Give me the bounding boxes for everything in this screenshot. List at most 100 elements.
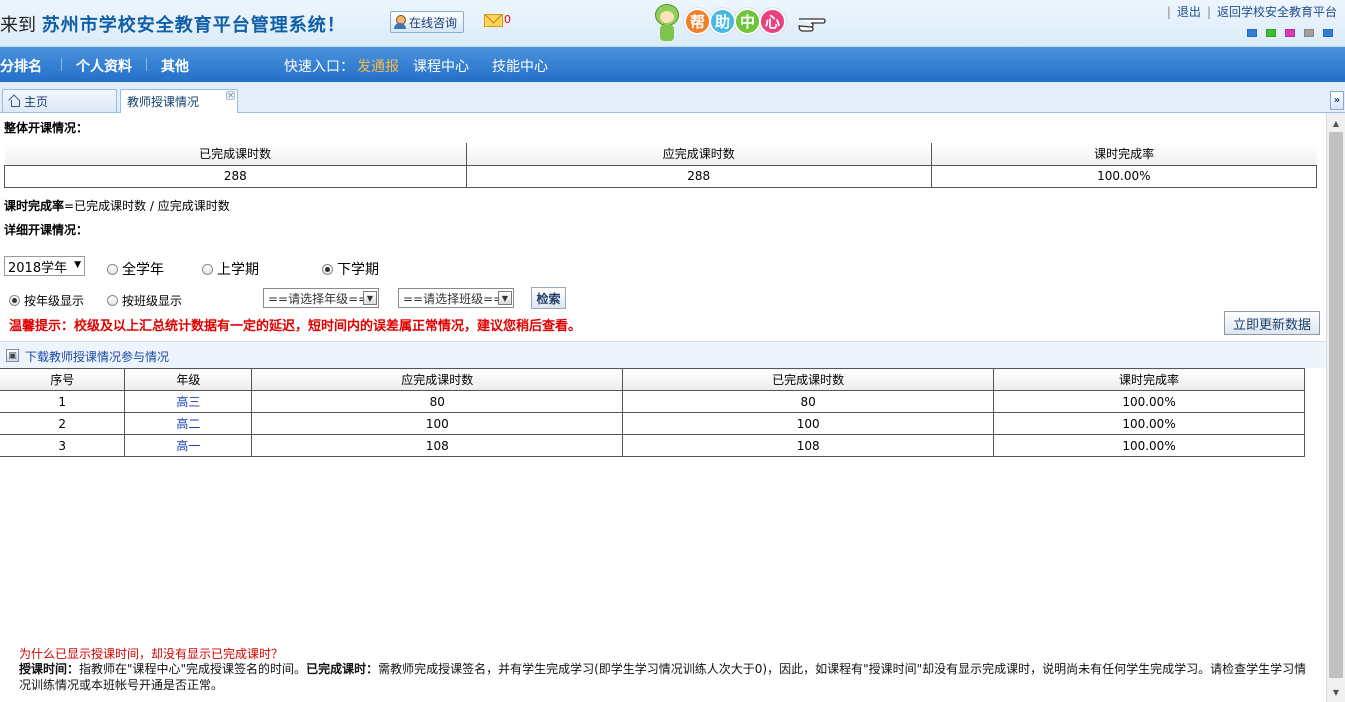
scrollbar-thumb[interactable]	[1329, 132, 1343, 678]
col-header-rate: 课时完成率	[993, 368, 1305, 391]
help-title-char: 助	[709, 8, 736, 35]
detail-table: 序号 年级 应完成课时数 已完成课时数 课时完成率 1 高三 80 80 100…	[0, 368, 1305, 457]
search-button[interactable]: 检索	[531, 287, 566, 309]
grade-link[interactable]: 高三	[124, 390, 253, 413]
cell-rate: 100.00%	[993, 390, 1305, 413]
download-icon[interactable]: ▣	[6, 349, 19, 362]
class-select[interactable]: ==请选择班级== ▼	[398, 288, 514, 308]
system-name: 苏州市学校安全教育平台管理系统！	[41, 15, 346, 36]
grade-link[interactable]: 高二	[124, 412, 253, 435]
quick-link-skill-center[interactable]: 技能中心	[492, 56, 548, 76]
welcome-text: 来到 苏州市学校安全教育平台管理系统！	[0, 11, 346, 37]
radio-full-year[interactable]: 全学年	[107, 259, 164, 279]
mail-button[interactable]: 0	[484, 14, 511, 27]
cell-index: 2	[0, 412, 126, 435]
class-select-value: ==请选择班级==	[403, 291, 504, 306]
rate-formula: 课时完成率=已完成课时数 / 应完成课时数	[4, 197, 230, 214]
overall-header-required: 应完成课时数	[466, 143, 932, 166]
skin-swatch[interactable]	[1285, 29, 1295, 37]
mascot-icon	[652, 4, 682, 42]
online-consult-button[interactable]: 在线咨询	[390, 11, 464, 33]
scroll-up-icon[interactable]: ▲	[1329, 116, 1343, 130]
refresh-data-button[interactable]: 立即更新数据	[1224, 311, 1320, 335]
faq-question: 为什么已显示授课时间，却没有显示已完成课时？	[19, 647, 284, 661]
overall-table: 已完成课时数 应完成课时数 课时完成率 288 288 100.00%	[4, 143, 1318, 188]
overall-header-completed: 已完成课时数	[4, 143, 467, 166]
faq-answer: 授课时间：指教师在"课程中心"完成授课签名的时间。已完成课时：需教师完成授课签名…	[19, 661, 1309, 693]
year-select[interactable]: 2018学年 ▼	[4, 256, 85, 276]
table-row: 1 高三 80 80 100.00%	[0, 390, 1305, 413]
cell-index: 1	[0, 390, 126, 413]
table-row: 2 高二 100 100 100.00%	[0, 412, 1305, 435]
formula-text: =已完成课时数 / 应完成课时数	[64, 199, 230, 213]
skin-swatches	[1247, 29, 1342, 37]
quick-link-fatongbao[interactable]: 发通报	[357, 56, 399, 76]
col-header-index: 序号	[0, 368, 126, 391]
cell-index: 3	[0, 434, 126, 457]
dropdown-arrow-icon: ▼	[363, 291, 377, 305]
overall-label: 整体开课情况：	[4, 121, 89, 135]
radio-by-grade[interactable]: 按年级显示	[9, 292, 84, 309]
radio-second-semester[interactable]: 下学期	[322, 259, 379, 279]
welcome-prefix: 来到	[0, 15, 36, 36]
grade-select[interactable]: ==请选择年级== ▼	[263, 288, 379, 308]
help-title-char: 中	[734, 8, 761, 35]
radio-by-class[interactable]: 按班级显示	[107, 292, 182, 309]
tab-teacher-teaching[interactable]: 教师授课情况 ×	[120, 89, 238, 113]
main-nav: 积分排名 个人资料 其他 快速入口： 发通报 课程中心 技能中心	[0, 47, 1345, 82]
person-icon	[393, 14, 407, 30]
radio-first-semester[interactable]: 上学期	[202, 259, 259, 279]
quick-link-course-center[interactable]: 课程中心	[413, 56, 469, 76]
quick-entry-label: 快速入口：	[284, 59, 354, 75]
overall-header-rate: 课时完成率	[931, 143, 1317, 166]
cell-required: 80	[251, 390, 624, 413]
nav-item-other[interactable]: 其他	[161, 56, 189, 76]
faq-text-teaching-time: 指教师在"课程中心"完成授课签名的时间。	[79, 662, 307, 676]
envelope-icon	[484, 14, 503, 27]
scroll-down-icon[interactable]: ▼	[1329, 685, 1343, 699]
help-title-char: 心	[759, 8, 786, 35]
cell-rate: 100.00%	[993, 434, 1305, 457]
grade-link[interactable]: 高一	[124, 434, 253, 457]
faq-term-completed-hours: 已完成课时：	[306, 662, 379, 676]
cell-required: 108	[251, 434, 624, 457]
cell-rate: 100.00%	[993, 412, 1305, 435]
col-header-completed: 已完成课时数	[622, 368, 995, 391]
download-link[interactable]: 下载教师授课情况参与情况	[25, 348, 169, 365]
help-center-logo[interactable]: 帮助中心	[652, 2, 832, 44]
tab-bar: 主页 教师授课情况 × »	[0, 82, 1345, 113]
tab-scroll-button[interactable]: »	[1330, 91, 1344, 110]
help-center-title: 帮助中心	[684, 8, 786, 35]
cell-completed: 80	[622, 390, 995, 413]
skin-swatch[interactable]	[1266, 29, 1276, 37]
cell-completed: 100	[622, 412, 995, 435]
top-header: 来到 苏州市学校安全教育平台管理系统！ 在线咨询 0 帮助中心 | 退出 | 返回学校…	[0, 0, 1345, 47]
warm-notice: 温馨提示：校级及以上汇总统计数据有一定的延迟，短时间内的误差属正常情况，建议您稍…	[9, 319, 582, 334]
nav-divider	[61, 58, 62, 71]
dropdown-arrow-icon: ▼	[498, 291, 512, 305]
home-icon	[9, 96, 20, 107]
skin-swatch[interactable]	[1304, 29, 1314, 37]
cell-completed: 108	[622, 434, 995, 457]
grade-select-value: ==请选择年级==	[268, 291, 369, 306]
skin-swatch[interactable]	[1247, 29, 1257, 37]
col-header-grade: 年级	[124, 368, 253, 391]
tab-home[interactable]: 主页	[2, 89, 117, 112]
logout-link[interactable]: 退出	[1177, 5, 1201, 19]
vertical-scrollbar[interactable]: ▲ ▼	[1326, 113, 1345, 702]
table-row: 288 288 100.00%	[4, 164, 1318, 188]
nav-item-profile[interactable]: 个人资料	[76, 56, 132, 76]
tab-teacher-label: 教师授课情况	[127, 95, 200, 109]
skin-swatch[interactable]	[1323, 29, 1333, 37]
table-row: 3 高一 108 108 100.00%	[0, 434, 1305, 457]
download-bar: ▣ 下载教师授课情况参与情况	[0, 341, 1326, 368]
overall-completed-value: 288	[4, 164, 467, 188]
cell-required: 100	[251, 412, 624, 435]
detail-label: 详细开课情况：	[4, 223, 89, 237]
nav-item-ranking[interactable]: 积分排名	[0, 56, 42, 76]
return-platform-link[interactable]: 返回学校安全教育平台	[1217, 5, 1337, 19]
formula-term: 课时完成率	[4, 199, 65, 213]
close-icon[interactable]: ×	[226, 91, 235, 101]
content-panel: 整体开课情况： 已完成课时数 应完成课时数 课时完成率 288 288 100.…	[0, 113, 1326, 702]
dropdown-arrow-icon: ▼	[74, 260, 81, 270]
